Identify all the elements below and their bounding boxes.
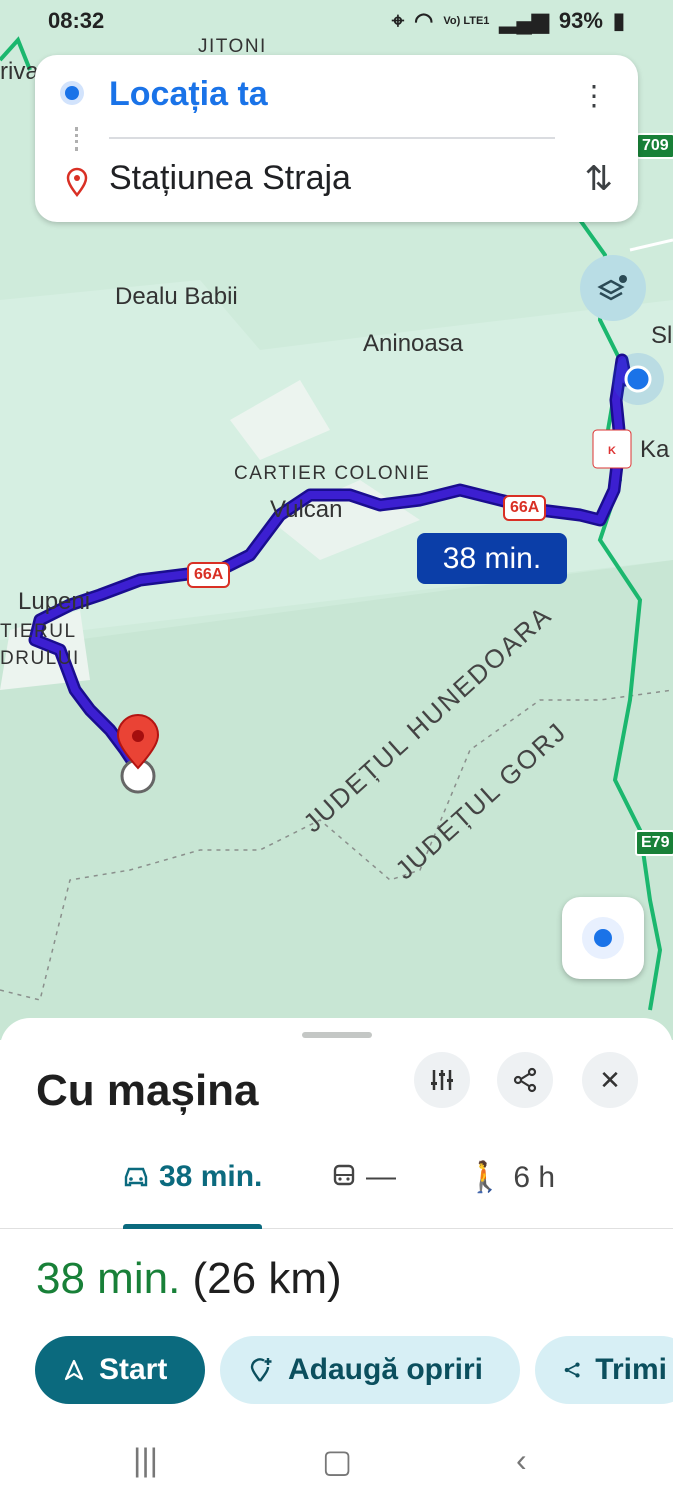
place-cartier-colonie: CARTIER COLONIE — [234, 463, 431, 484]
add-stops-label: Adaugă opriri — [288, 1353, 484, 1386]
walk-icon: 🚶 — [466, 1161, 504, 1194]
close-icon: ✕ — [599, 1064, 621, 1095]
travel-mode-tabs: 38 min. — 🚶 6 h — [0, 1148, 673, 1229]
tune-icon — [431, 1070, 453, 1090]
location-status-icon: ⌖ — [391, 8, 405, 33]
route-time-badge[interactable]: 38 min. — [417, 533, 567, 584]
share-icon — [513, 1067, 537, 1093]
signal-icon: ▂▄▆ — [499, 8, 549, 33]
add-location-icon — [250, 1358, 272, 1382]
layers-button[interactable] — [580, 255, 646, 321]
status-time: 08:32 — [48, 8, 105, 33]
back-icon[interactable]: ‹ — [516, 1442, 527, 1479]
layers-icon — [597, 275, 627, 301]
destination-field[interactable]: Stațiunea Straja — [109, 159, 351, 198]
origin-field[interactable]: Locația ta — [109, 75, 268, 114]
route-duration: 38 min. — [36, 1254, 181, 1303]
tab-walking-label: 6 h — [513, 1160, 556, 1194]
status-bar: 08:32 ⌖ ◠ Vo) LTE1 ▂▄▆ 93% ▮ — [0, 0, 673, 40]
battery-icon: ▮ — [612, 8, 625, 33]
origin-dot-icon — [65, 86, 79, 100]
destination-pin-icon — [66, 167, 88, 197]
place-ka: Ka — [640, 436, 670, 463]
send-button-label: Trimi — [595, 1353, 667, 1386]
wifi-icon: ◠ — [414, 8, 434, 33]
place-dealu-babii: Dealu Babii — [115, 283, 238, 310]
tab-driving[interactable]: 38 min. — [123, 1160, 262, 1194]
place-sl: Sl — [651, 322, 673, 349]
more-options-icon[interactable]: ⋮ — [580, 79, 608, 112]
network-label: Vo) LTE1 — [443, 15, 490, 27]
sheet-title: Cu mașina — [36, 1066, 259, 1115]
road-shield-66a: 66A — [503, 495, 547, 521]
svg-text:K: K — [608, 445, 616, 457]
tab-transit-label: — — [366, 1160, 396, 1193]
start-button[interactable]: Start — [35, 1336, 205, 1404]
place-vulcan: Vulcan — [270, 496, 343, 523]
tab-walking[interactable]: 🚶 6 h — [466, 1160, 555, 1195]
place-drului: DRULUI — [0, 648, 80, 669]
route-summary: 38 min. (26 km) — [36, 1254, 342, 1304]
start-button-label: Start — [99, 1353, 168, 1386]
train-icon — [333, 1164, 355, 1186]
road-shield-709: 709 — [636, 133, 673, 159]
home-icon[interactable]: ▢ — [322, 1442, 352, 1480]
close-button[interactable]: ✕ — [582, 1052, 638, 1108]
route-connector — [75, 127, 82, 151]
recent-apps-icon[interactable]: ||| — [133, 1442, 158, 1479]
car-icon — [124, 1167, 148, 1187]
location-dot-icon — [594, 929, 612, 947]
send-button[interactable]: Trimi — [535, 1336, 673, 1404]
tab-driving-label: 38 min. — [159, 1160, 263, 1193]
place-lupeni: Lupeni — [18, 588, 91, 615]
swap-icon[interactable]: ⇅ — [585, 159, 614, 199]
place-riva: riva — [0, 58, 39, 85]
my-location-button[interactable] — [562, 897, 644, 979]
drag-handle[interactable] — [302, 1032, 372, 1038]
road-shield-e79: E79 — [635, 830, 673, 856]
share-button[interactable] — [497, 1052, 553, 1108]
road-shield-66a: 66A — [187, 562, 231, 588]
place-tierul: TIERUL — [0, 621, 77, 642]
route-options-button[interactable] — [414, 1052, 470, 1108]
add-stops-button[interactable]: Adaugă opriri — [220, 1336, 520, 1404]
field-divider — [109, 137, 555, 139]
active-tab-indicator — [123, 1224, 262, 1229]
share-icon — [564, 1362, 580, 1378]
battery-level: 93% — [558, 8, 603, 33]
route-distance: (26 km) — [192, 1254, 342, 1303]
place-aninoasa: Aninoasa — [363, 330, 464, 357]
navigation-arrow-icon — [64, 1359, 84, 1381]
tab-transit[interactable]: — — [332, 1160, 396, 1194]
status-right: ⌖ ◠ Vo) LTE1 ▂▄▆ 93% ▮ — [392, 8, 625, 34]
directions-card: Locația ta Stațiunea Straja ⋮ ⇅ — [35, 55, 638, 222]
system-nav-bar: ||| ▢ ‹ — [0, 1420, 673, 1500]
